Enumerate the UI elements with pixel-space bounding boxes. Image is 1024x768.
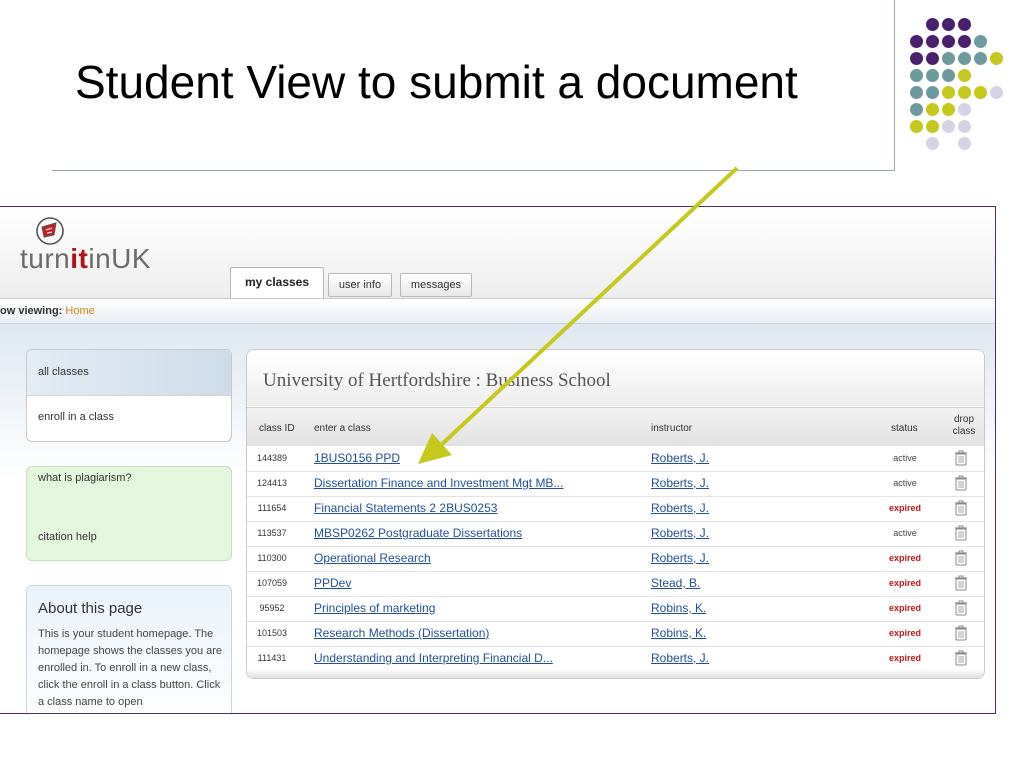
pointer-arrow bbox=[418, 166, 739, 464]
